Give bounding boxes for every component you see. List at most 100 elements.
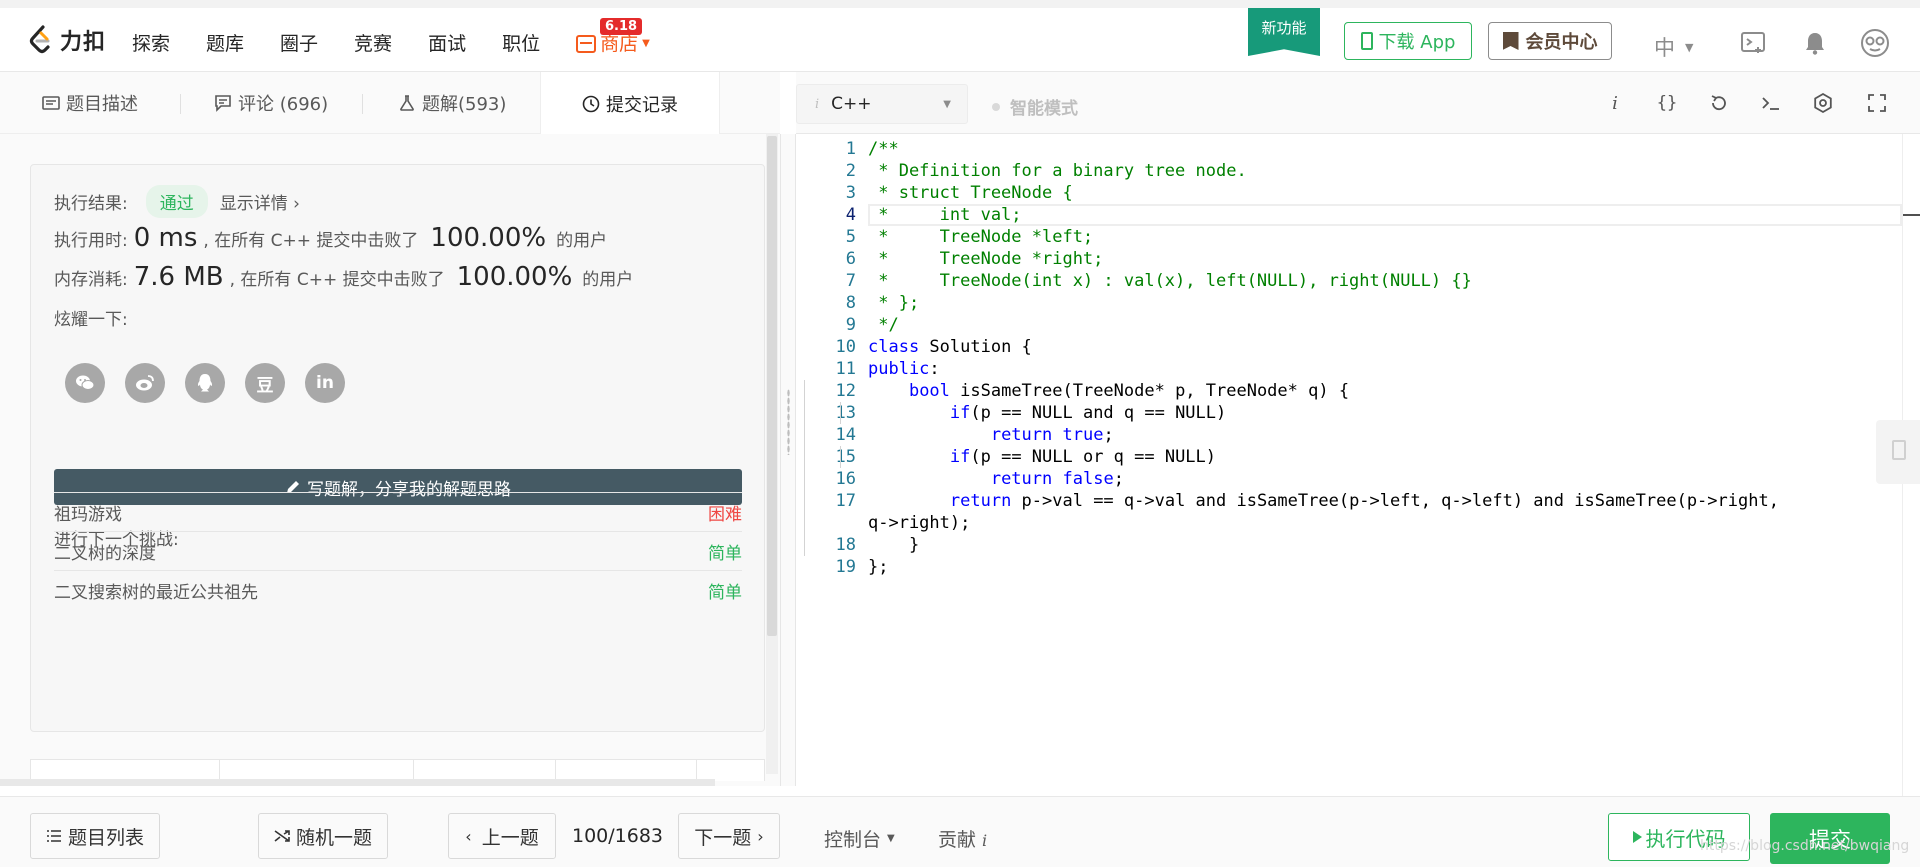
vip-center-label: 会员中心: [1525, 32, 1598, 53]
share-buttons: 豆 in: [65, 363, 345, 403]
code-line[interactable]: };: [868, 556, 888, 578]
horizontal-scrollbar[interactable]: [0, 779, 715, 786]
result-status-row: 执行结果: 通过 显示详情 ›: [54, 185, 300, 218]
code-line[interactable]: return true;: [868, 424, 1114, 446]
code-line[interactable]: * Definition for a binary tree node.: [868, 160, 1246, 182]
code-line[interactable]: bool isSameTree(TreeNode* p, TreeNode* q…: [868, 380, 1349, 402]
line-number: 4: [845, 205, 856, 225]
memory-row: 内存消耗: 7.6 MB , 在所有 C++ 提交中击败了 100.00% 的用…: [54, 262, 633, 292]
list-item[interactable]: 祖玛游戏 困难: [54, 492, 742, 532]
info-icon[interactable]: i: [1604, 92, 1626, 114]
nav-problemset[interactable]: 题库: [206, 30, 244, 58]
problem-tabs: 题目描述 评论 (696) 题解(593) 提交记录: [0, 72, 780, 135]
qq-icon[interactable]: [185, 363, 225, 403]
console-toggle[interactable]: 控制台 ▼: [824, 825, 895, 852]
nav-jobs[interactable]: 职位: [502, 30, 540, 58]
flask-icon: [400, 95, 414, 111]
code-line[interactable]: * };: [868, 292, 919, 314]
code-line[interactable]: }: [868, 534, 919, 556]
problem-title: 二叉树的深度: [54, 544, 156, 564]
code-line[interactable]: if(p == NULL and q == NULL): [868, 402, 1226, 424]
submission-panel: 执行结果: 通过 显示详情 › 执行用时: 0 ms , 在所有 C++ 提交中…: [0, 134, 780, 786]
tab-solutions[interactable]: 题解(593): [398, 72, 506, 134]
language-switcher[interactable]: 中 ▼: [1654, 32, 1693, 62]
list-item[interactable]: 二叉树的深度 简单: [54, 531, 742, 571]
terminal-icon[interactable]: [1760, 92, 1782, 114]
code-line[interactable]: * TreeNode(int x) : val(x), left(NULL), …: [868, 270, 1472, 292]
vip-bookmark-icon: [1502, 32, 1519, 50]
notes-icon: [1892, 440, 1906, 460]
panel-resize-handle[interactable]: [780, 134, 796, 786]
vertical-scrollbar[interactable]: [766, 134, 778, 774]
difficulty-badge: 困难: [708, 505, 742, 525]
settings-gear-icon[interactable]: [1812, 92, 1834, 114]
line-number: 13: [835, 403, 856, 423]
random-problem-label: 随机一题: [295, 826, 372, 849]
wechat-icon[interactable]: [65, 363, 105, 403]
tab-submissions[interactable]: 提交记录: [540, 72, 720, 135]
contribute-link[interactable]: 贡献 i: [938, 825, 987, 852]
download-app-button[interactable]: 下载 App: [1344, 22, 1472, 60]
caret-down-icon: ▼: [943, 98, 951, 110]
code-line[interactable]: if(p == NULL or q == NULL): [868, 446, 1216, 468]
nav-contest[interactable]: 竞赛: [354, 30, 392, 58]
description-icon: [42, 96, 60, 110]
scrollbar-thumb[interactable]: [767, 136, 777, 636]
list-item[interactable]: 二叉搜索树的最近公共祖先 简单: [54, 570, 742, 610]
code-line[interactable]: public:: [868, 358, 940, 380]
code-editor[interactable]: 1 2 3 4 5 6 7 8 9 10 11 12 13 14 15 16 17 18 19 /** * Defi…: [796, 134, 1902, 796]
fullscreen-icon[interactable]: [1866, 92, 1888, 114]
problem-list-button[interactable]: 题目列表: [30, 813, 160, 859]
smart-mode-toggle[interactable]: 智能模式: [992, 94, 1078, 119]
smart-mode-dot: [992, 102, 1000, 111]
next-problem-button[interactable]: 下一题 ›: [678, 813, 780, 859]
drag-dots-icon: [787, 389, 790, 455]
shop-badge: 6.18: [600, 18, 643, 35]
nav-circle[interactable]: 圈子: [280, 30, 318, 58]
code-line[interactable]: * TreeNode *right;: [868, 248, 1103, 270]
avatar[interactable]: [1860, 28, 1890, 58]
new-feature-ribbon[interactable]: 新功能: [1248, 8, 1320, 56]
random-problem-button[interactable]: 随机一题: [258, 813, 388, 859]
linkedin-icon[interactable]: in: [305, 363, 345, 403]
prev-problem-button[interactable]: ‹ 上一题: [448, 813, 556, 859]
nav-explore[interactable]: 探索: [132, 30, 170, 58]
notification-bell-icon[interactable]: [1802, 30, 1828, 56]
reset-icon[interactable]: [1708, 92, 1730, 114]
tab-comments[interactable]: 评论 (696): [214, 72, 328, 134]
memory-tail: 的用户: [582, 269, 634, 290]
scrollbar-marker: [1903, 214, 1920, 216]
code-line[interactable]: return false;: [868, 468, 1124, 490]
caret-down-icon: ▼: [887, 833, 895, 844]
nav-interview[interactable]: 面试: [428, 30, 466, 58]
code-line[interactable]: * int val;: [868, 204, 1021, 226]
code-line[interactable]: */: [868, 314, 898, 336]
submission-result-card: 执行结果: 通过 显示详情 › 执行用时: 0 ms , 在所有 C++ 提交中…: [30, 164, 765, 732]
line-number: 11: [835, 359, 856, 379]
leetcode-logo[interactable]: 力扣: [28, 24, 106, 56]
show-details-link[interactable]: 显示详情 ›: [220, 189, 300, 214]
info-icon: i: [982, 831, 988, 850]
chevron-right-icon: ›: [757, 826, 764, 846]
floating-notes-button[interactable]: [1876, 420, 1920, 484]
tab-description[interactable]: 题目描述: [42, 72, 138, 134]
line-number: 8: [845, 293, 856, 313]
vip-center-button[interactable]: 会员中心: [1488, 22, 1612, 60]
code-line[interactable]: * struct TreeNode {: [868, 182, 1072, 204]
language-select[interactable]: i C++ ▼: [796, 84, 968, 124]
line-number: 6: [845, 249, 856, 269]
code-line[interactable]: q->right);: [868, 512, 970, 534]
top-nav: 力扣 探索 题库 圈子 竞赛 面试 职位 商店 ▼ 6.18 新功能 下载 Ap…: [0, 0, 1920, 72]
playground-icon[interactable]: [1740, 30, 1766, 56]
runtime-beat-text: , 在所有 C++ 提交中击败了: [203, 230, 419, 251]
line-number: 5: [845, 227, 856, 247]
douban-icon[interactable]: 豆: [245, 363, 285, 403]
line-number: 19: [835, 557, 856, 577]
code-line[interactable]: /**: [868, 138, 899, 160]
weibo-icon[interactable]: [125, 363, 165, 403]
format-braces-icon[interactable]: {}: [1656, 92, 1678, 114]
code-line[interactable]: return p->val == q->val and isSameTree(p…: [868, 490, 1779, 512]
memory-beat-text: , 在所有 C++ 提交中击败了: [229, 269, 445, 290]
code-line[interactable]: class Solution {: [868, 336, 1032, 358]
code-line[interactable]: * TreeNode *left;: [868, 226, 1093, 248]
